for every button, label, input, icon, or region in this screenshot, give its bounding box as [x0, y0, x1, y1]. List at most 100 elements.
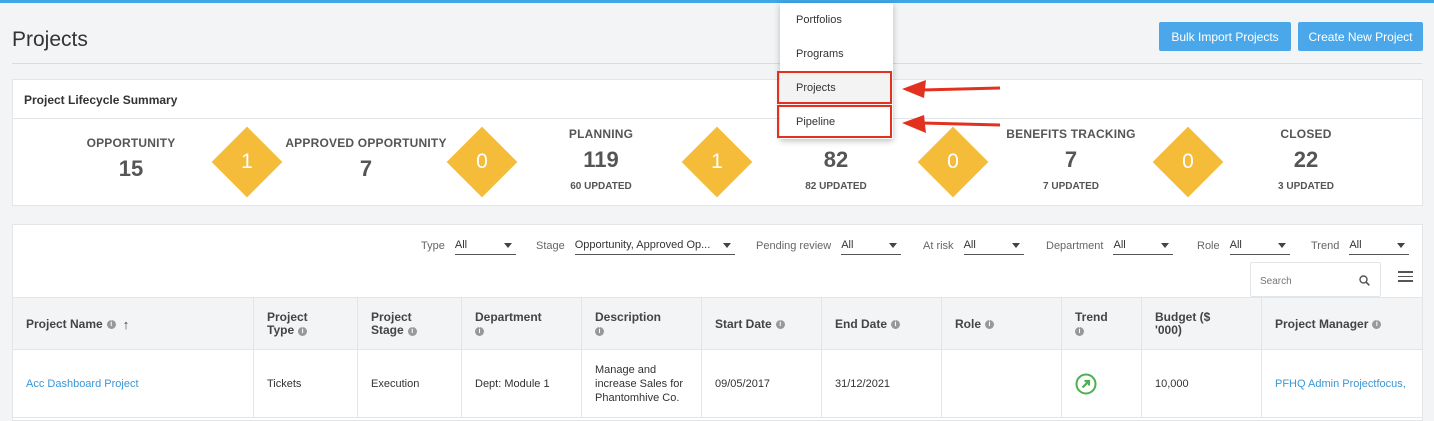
chevron-down-icon [1161, 242, 1170, 248]
filter-label: Type [421, 239, 445, 252]
department-cell: Dept: Module 1 [462, 350, 582, 418]
col-role[interactable]: Role i [942, 298, 1062, 350]
filter-label: Department [1046, 239, 1104, 252]
col-end-date[interactable]: End Date i [822, 298, 942, 350]
trend-select[interactable]: All [1349, 236, 1410, 255]
table-header: Project Name i ↑ Project Type i Project Sta… [13, 297, 1422, 350]
trend-cell [1062, 350, 1142, 418]
start-date-cell: 09/05/2017 [702, 350, 822, 418]
col-budget[interactable]: Budget ($ '000) [1142, 298, 1262, 350]
chevron-down-icon [1011, 242, 1020, 248]
title-divider [12, 63, 1422, 64]
description-cell: Manage and increase Sales for Phantomhiv… [582, 350, 702, 418]
col-start-date[interactable]: Start Date i [702, 298, 822, 350]
project-name-link[interactable]: Acc Dashboard Project [13, 350, 254, 418]
column-title: Project Stage i [371, 311, 426, 337]
sort-up-icon[interactable]: ↑ [123, 318, 130, 331]
column-menu-icon[interactable] [1398, 271, 1413, 285]
chevron-down-icon [1277, 242, 1286, 248]
project-type-cell: Tickets [254, 350, 358, 418]
annotation-arrow-icon [902, 80, 1001, 98]
search-input[interactable] [1260, 276, 1355, 287]
filter-stage: Stage Opportunity, Approved Op... [536, 236, 735, 255]
transition-count: 1 [711, 150, 723, 173]
project-manager-link[interactable]: PFHQ Admin Projectfocus, [1262, 350, 1422, 418]
col-project-type[interactable]: Project Type i [254, 298, 358, 350]
column-title: End Date [835, 316, 888, 331]
stage-planning[interactable]: PLANNING 119 60 UPDATED [516, 127, 686, 192]
select-value: All [454, 239, 468, 251]
filter-pending-review: Pending review All [756, 236, 902, 255]
dropdown-item-portfolios[interactable]: Portfolios [780, 3, 893, 37]
stage-opportunity[interactable]: OPPORTUNITY 15 [46, 136, 216, 182]
stage-updated: 60 UPDATED [570, 181, 632, 192]
column-title-text: Trend [1075, 310, 1108, 324]
stage-approved-opportunity[interactable]: APPROVED OPPORTUNITY 7 [281, 136, 451, 182]
trend-up-icon [1075, 373, 1097, 395]
column-title: Project Manager [1275, 316, 1369, 331]
stage-updated: 7 UPDATED [1043, 181, 1099, 192]
info-icon: i [595, 327, 604, 336]
info-icon: i [1372, 319, 1382, 329]
page-title: Projects [12, 28, 88, 51]
create-project-button[interactable]: Create New Project [1298, 22, 1423, 51]
col-department[interactable]: Department i [462, 298, 582, 350]
filter-label: Role [1197, 239, 1220, 252]
select-value: All [1229, 239, 1242, 251]
chevron-down-icon [722, 242, 731, 248]
role-select[interactable]: All [1229, 236, 1290, 255]
column-title: Description i [595, 311, 661, 337]
column-title-text: Description [595, 310, 662, 324]
top-accent-bar [0, 0, 1434, 3]
info-icon: i [475, 327, 484, 336]
highlight-box-projects [777, 71, 892, 104]
type-select[interactable]: All [454, 236, 516, 255]
filter-trend: Trend All [1311, 236, 1410, 255]
stage-select[interactable]: Opportunity, Approved Op... [574, 236, 735, 255]
project-stage-cell: Execution [358, 350, 462, 418]
filter-label: Trend [1311, 239, 1340, 252]
filter-label: Stage [536, 239, 565, 252]
stage-label: PLANNING [568, 127, 634, 141]
transition-count: 0 [476, 150, 488, 173]
department-select[interactable]: All [1113, 236, 1174, 255]
summary-divider [13, 118, 1422, 119]
search-icon[interactable] [1359, 275, 1370, 286]
col-project-name[interactable]: Project Name i ↑ [13, 298, 254, 350]
stage-benefits-tracking[interactable]: BENEFITS TRACKING 7 7 UPDATED [986, 127, 1156, 192]
column-title: Project Type i [267, 311, 317, 337]
transition-count: 0 [947, 150, 959, 173]
dropdown-item-programs[interactable]: Programs [780, 37, 893, 71]
stage-count: 7 [359, 156, 373, 181]
projects-table-card: Type All Stage Opportunity, Approved Op.… [12, 224, 1423, 421]
chevron-down-icon [1397, 242, 1406, 248]
transition-count: 0 [1182, 150, 1194, 173]
filter-at-risk: At risk All [923, 236, 1024, 255]
info-icon: i [891, 319, 901, 329]
column-title: Department i [475, 311, 542, 337]
col-description[interactable]: Description i [582, 298, 702, 350]
bulk-import-button[interactable]: Bulk Import Projects [1159, 22, 1291, 51]
col-project-manager[interactable]: Project Manager i [1262, 298, 1422, 350]
column-title: Trend i [1075, 311, 1108, 337]
chevron-down-icon [503, 242, 512, 248]
info-icon: i [775, 319, 785, 329]
table-row[interactable]: Acc Dashboard Project Tickets Execution … [13, 350, 1422, 418]
col-project-stage[interactable]: Project Stage i [358, 298, 462, 350]
column-title: Start Date [715, 316, 772, 331]
select-value: Opportunity, Approved Op... [574, 239, 711, 251]
pending-review-select[interactable]: All [841, 236, 902, 255]
select-value: All [841, 239, 854, 251]
stage-count: 22 [1293, 147, 1319, 172]
filter-label: Pending review [756, 239, 832, 252]
summary-title: Project Lifecycle Summary [24, 93, 178, 107]
stage-count: 7 [1064, 147, 1078, 172]
col-trend[interactable]: Trend i [1062, 298, 1142, 350]
select-value: All [963, 239, 976, 251]
stage-label: APPROVED OPPORTUNITY [285, 136, 447, 150]
at-risk-select[interactable]: All [963, 236, 1024, 255]
stage-count: 82 [823, 147, 849, 172]
column-title: Budget ($ '000) [1155, 310, 1211, 337]
chevron-down-icon [889, 242, 898, 248]
stage-closed[interactable]: CLOSED 22 3 UPDATED [1221, 127, 1391, 192]
